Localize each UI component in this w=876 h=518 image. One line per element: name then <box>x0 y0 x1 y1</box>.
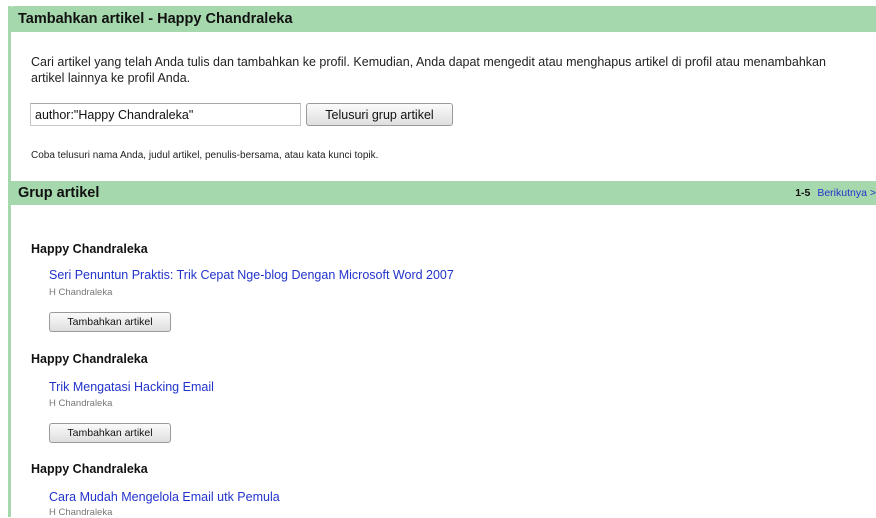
groups-title: Grup artikel <box>18 185 100 201</box>
article-title-link[interactable]: Seri Penuntun Praktis: Trik Cepat Nge-bl… <box>49 268 454 282</box>
article-groups-header: Grup artikel 1-5 Berikutnya > <box>8 181 876 205</box>
add-article-button[interactable]: Tambahkan artikel <box>49 423 171 443</box>
article-title-link[interactable]: Cara Mudah Mengelola Email utk Pemula <box>49 490 280 504</box>
article-byline: H Chandraleka <box>49 287 113 298</box>
article-byline: H Chandraleka <box>49 398 113 409</box>
search-groups-button[interactable]: Telusuri grup artikel <box>306 103 453 126</box>
item-author: Happy Chandraleka <box>31 462 148 476</box>
item-author: Happy Chandraleka <box>31 352 148 366</box>
add-articles-header: Tambahkan artikel - Happy Chandraleka <box>8 6 876 32</box>
search-input[interactable] <box>30 103 301 126</box>
article-byline: H Chandraleka <box>49 507 113 518</box>
intro-text: Cari artikel yang telah Anda tulis dan t… <box>31 55 826 85</box>
item-author: Happy Chandraleka <box>31 242 148 256</box>
page-title: Tambahkan artikel - Happy Chandraleka <box>18 11 293 27</box>
pagination: 1-5 Berikutnya > <box>795 187 876 199</box>
search-hint: Coba telusuri nama Anda, judul artikel, … <box>31 150 379 161</box>
next-page-link[interactable]: Berikutnya > <box>817 187 876 199</box>
article-title-link[interactable]: Trik Mengatasi Hacking Email <box>49 380 214 394</box>
add-article-button[interactable]: Tambahkan artikel <box>49 312 171 332</box>
result-range: 1-5 <box>795 187 811 199</box>
